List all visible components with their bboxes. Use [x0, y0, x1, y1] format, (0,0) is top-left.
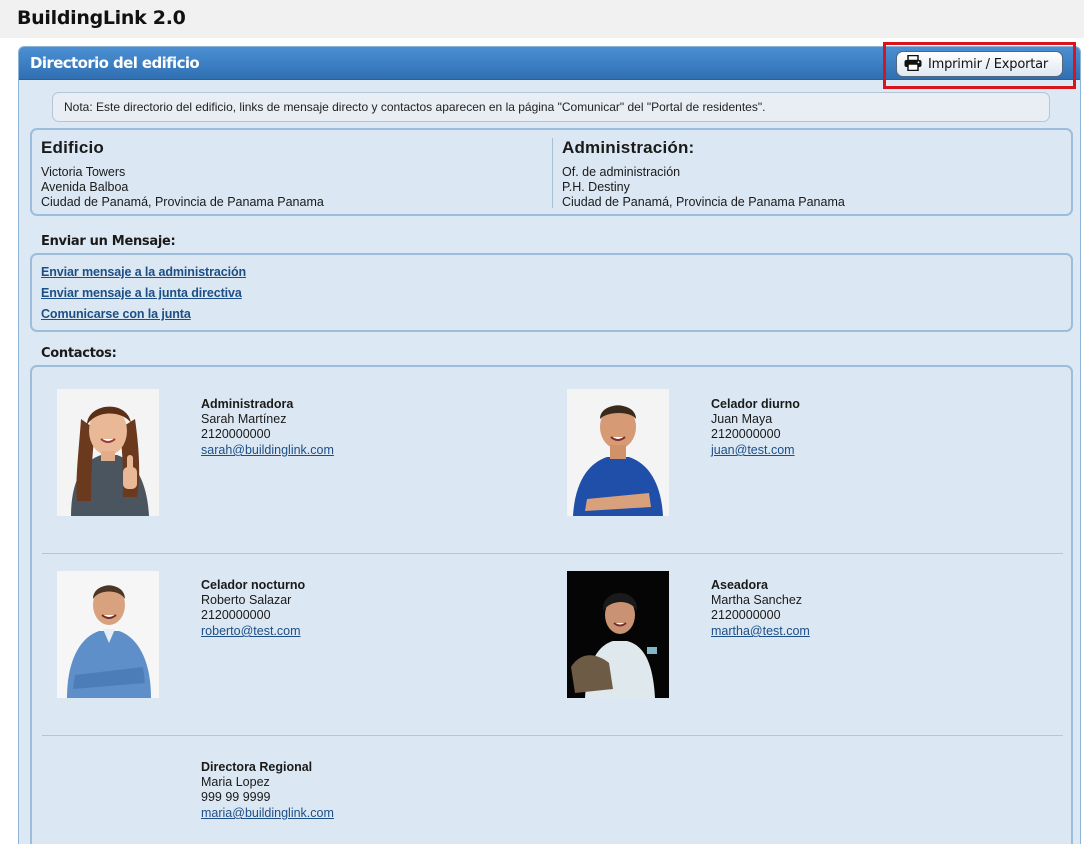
- building-info-box: Edificio Victoria Towers Avenida Balboa …: [30, 128, 1073, 216]
- contact-photo-aseadora: [567, 571, 669, 698]
- print-export-label: Imprimir / Exportar: [928, 56, 1049, 72]
- contact-name: Martha Sanchez: [711, 593, 803, 607]
- link-message-board[interactable]: Enviar mensaje a la junta directiva: [41, 286, 242, 300]
- send-message-label: Enviar un Mensaje:: [41, 234, 176, 249]
- contact-photo-celador-diurno: [567, 389, 669, 516]
- contact-card: Aseadora Martha Sanchez 2120000000 marth…: [711, 578, 810, 639]
- contact-role: Celador nocturno: [201, 578, 306, 592]
- contact-photo-celador-nocturno: [57, 571, 159, 698]
- contact-card: Administradora Sarah Martínez 2120000000…: [201, 397, 334, 458]
- contact-name: Maria Lopez: [201, 775, 270, 789]
- contact-email-link[interactable]: martha@test.com: [711, 624, 810, 638]
- printer-icon: [904, 54, 922, 74]
- contact-photo-administradora: [57, 389, 159, 516]
- contact-phone: 2120000000: [201, 608, 271, 622]
- contact-email-link[interactable]: roberto@test.com: [201, 624, 301, 638]
- directory-note: Nota: Este directorio del edificio, link…: [52, 92, 1050, 122]
- contact-email-link[interactable]: sarah@buildinglink.com: [201, 443, 334, 457]
- panel-title: Directorio del edificio: [30, 54, 200, 72]
- contact-card: Celador diurno Juan Maya 2120000000 juan…: [711, 397, 800, 458]
- contact-role: Celador diurno: [711, 397, 800, 411]
- contact-name: Sarah Martínez: [201, 412, 287, 426]
- management-column: Administración: Of. de administración P.…: [562, 138, 845, 210]
- contact-name: Roberto Salazar: [201, 593, 292, 607]
- print-export-button[interactable]: Imprimir / Exportar: [896, 51, 1063, 77]
- building-heading: Edificio: [41, 138, 104, 157]
- contact-phone: 2120000000: [711, 608, 781, 622]
- contact-role: Administradora: [201, 397, 294, 411]
- building-line: Avenida Balboa: [41, 180, 129, 194]
- building-column: Edificio Victoria Towers Avenida Balboa …: [41, 138, 324, 210]
- management-heading: Administración:: [562, 138, 695, 157]
- contact-row-divider: [42, 735, 1063, 736]
- message-links-box: Enviar mensaje a la administración Envia…: [30, 253, 1073, 332]
- contact-card: Directora Regional Maria Lopez 999 99 99…: [201, 760, 334, 821]
- building-line: Victoria Towers: [41, 165, 126, 179]
- contact-email-link[interactable]: maria@buildinglink.com: [201, 806, 334, 820]
- app-header: BuildingLink 2.0: [0, 0, 1084, 38]
- contact-role: Aseadora: [711, 578, 768, 592]
- contact-phone: 2120000000: [201, 427, 271, 441]
- building-line: Ciudad de Panamá, Provincia de Panama Pa…: [41, 195, 324, 209]
- app-title: BuildingLink 2.0: [17, 7, 186, 29]
- contacts-box: Administradora Sarah Martínez 2120000000…: [30, 365, 1073, 844]
- management-line: Ciudad de Panamá, Provincia de Panama Pa…: [562, 195, 845, 209]
- contact-row-divider: [42, 553, 1063, 554]
- contact-name: Juan Maya: [711, 412, 773, 426]
- contact-card: Celador nocturno Roberto Salazar 2120000…: [201, 578, 305, 639]
- contact-email-link[interactable]: juan@test.com: [711, 443, 795, 457]
- management-line: P.H. Destiny: [562, 180, 630, 194]
- link-message-administration[interactable]: Enviar mensaje a la administración: [41, 265, 246, 279]
- contact-role: Directora Regional: [201, 760, 313, 774]
- column-divider: [552, 138, 553, 208]
- contact-phone: 2120000000: [711, 427, 781, 441]
- link-contact-board[interactable]: Comunicarse con la junta: [41, 307, 191, 321]
- management-line: Of. de administración: [562, 165, 681, 179]
- contact-phone: 999 99 9999: [201, 790, 271, 804]
- contacts-label: Contactos:: [41, 346, 117, 361]
